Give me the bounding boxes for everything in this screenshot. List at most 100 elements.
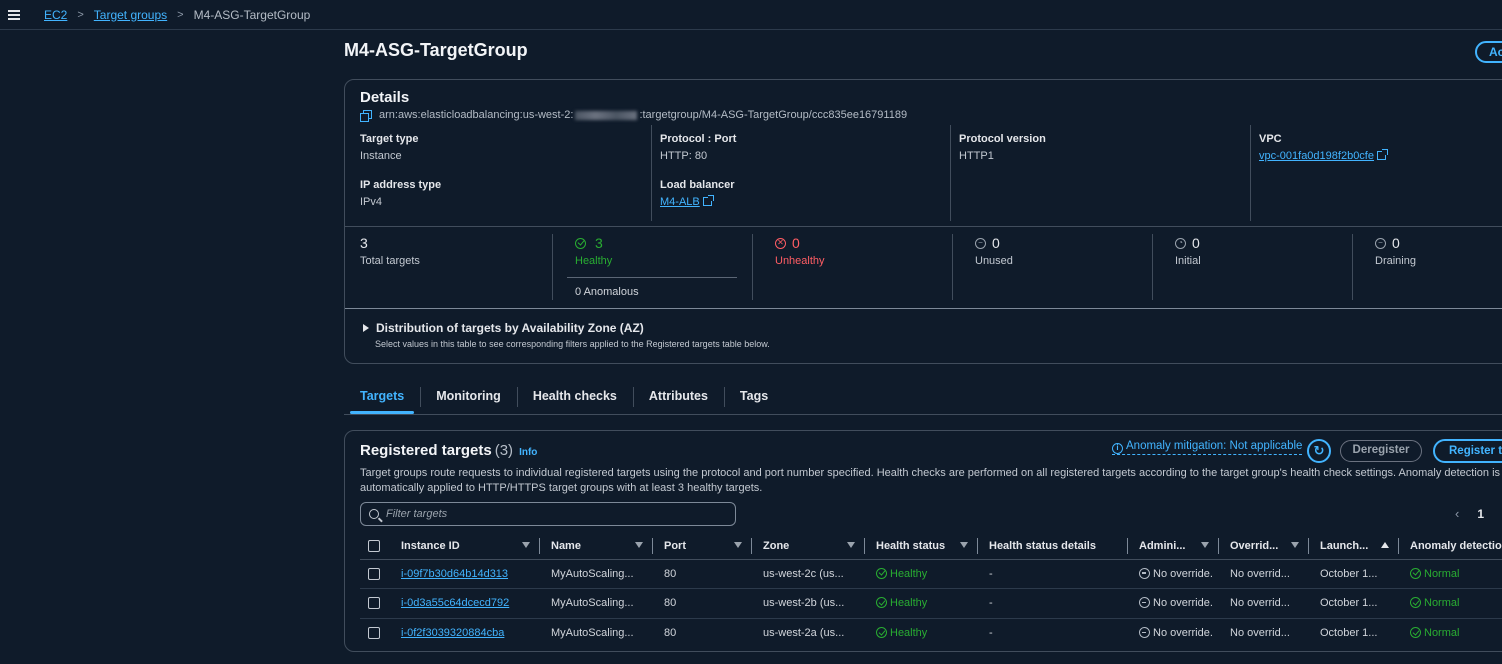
launch-time-cell: October 1... xyxy=(1309,588,1399,619)
anomalous-count[interactable]: 0 Anomalous xyxy=(575,286,639,298)
x-circle-icon: ✕ xyxy=(775,237,786,249)
divider xyxy=(950,125,951,221)
external-link-icon xyxy=(702,195,714,206)
copy-icon[interactable] xyxy=(360,109,372,122)
stat-initial[interactable]: ◔ 0 Initial xyxy=(1175,235,1201,267)
chevron-right-icon: > xyxy=(77,8,84,21)
column-name[interactable]: Name xyxy=(540,533,653,560)
sort-caret-icon xyxy=(522,542,530,548)
divider xyxy=(952,234,953,300)
vpc-link[interactable]: vpc-001fa0d198f2b0cfe xyxy=(1259,150,1374,162)
admin-override: No override. xyxy=(1153,597,1213,610)
column-label: Anomaly detectio xyxy=(1410,539,1502,552)
override-details-cell: No overrid... xyxy=(1230,627,1290,639)
current-page[interactable]: 1 xyxy=(1477,507,1484,521)
stat-draining[interactable]: −0 Draining xyxy=(1375,235,1416,267)
register-targets-button[interactable]: Register ta xyxy=(1433,439,1502,463)
instance-id-link[interactable]: i-0f2f3039320884cba xyxy=(401,627,504,639)
registered-targets-panel: Registered targets (3) Info i Anomaly mitig… xyxy=(344,430,1502,652)
column-health-status[interactable]: Health status xyxy=(865,533,978,560)
menu-icon[interactable] xyxy=(8,9,20,20)
unused-count: 0 xyxy=(992,235,1000,251)
row-checkbox[interactable] xyxy=(368,627,380,640)
column-label: Health status xyxy=(876,539,946,552)
previous-page-icon[interactable]: ‹ xyxy=(1455,506,1459,521)
table-row[interactable]: i-0f2f3039320884cba MyAutoScaling... 80 … xyxy=(360,618,1502,648)
column-label: Admini... xyxy=(1139,539,1186,552)
divider xyxy=(567,277,737,278)
vpc-label: VPC xyxy=(1259,133,1282,145)
stat-healthy[interactable]: 3 Healthy xyxy=(575,235,612,267)
column-port[interactable]: Port xyxy=(653,533,752,560)
breadcrumb-target-groups[interactable]: Target groups xyxy=(94,8,167,22)
protocol-port-label: Protocol : Port xyxy=(660,133,737,145)
anomaly-status: Normal xyxy=(1424,627,1460,639)
column-anomaly-detection[interactable]: Anomaly detectio xyxy=(1399,533,1502,560)
tab-tags[interactable]: Tags xyxy=(723,384,784,414)
initial-count: 0 xyxy=(1192,235,1200,251)
pagination: ‹ 1 › xyxy=(1455,506,1502,521)
row-checkbox[interactable] xyxy=(368,597,380,610)
stat-total-targets: 3 Total targets xyxy=(360,235,420,267)
tab-targets[interactable]: Targets xyxy=(344,384,420,414)
instance-id-link[interactable]: i-0d3a55c64dcecd792 xyxy=(401,597,509,609)
tab-list: Targets Monitoring Health checks Attribu… xyxy=(344,384,784,414)
table-row[interactable]: i-09f7b30d64b14d313 MyAutoScaling... 80 … xyxy=(360,559,1502,589)
column-health-status-details[interactable]: Health status details xyxy=(978,533,1128,560)
target-type: Target type Instance xyxy=(360,133,418,162)
sort-caret-icon xyxy=(1201,542,1209,548)
row-checkbox[interactable] xyxy=(368,567,380,580)
breadcrumb-ec2[interactable]: EC2 xyxy=(44,8,67,22)
column-override-details[interactable]: Overrid... xyxy=(1219,533,1309,560)
stat-unused[interactable]: −0 Unused xyxy=(975,235,1013,267)
column-instance-id[interactable]: Instance ID xyxy=(390,533,540,560)
tab-monitoring[interactable]: Monitoring xyxy=(420,384,517,414)
divider xyxy=(1152,234,1153,300)
actions-button[interactable]: Ac xyxy=(1475,41,1502,63)
column-label: Instance ID xyxy=(401,539,460,552)
unused-label: Unused xyxy=(975,255,1013,267)
filter-targets xyxy=(360,502,736,526)
sort-caret-icon xyxy=(734,542,742,548)
admin-override: No override. xyxy=(1153,627,1213,639)
stat-unhealthy[interactable]: ✕ 0 Unhealthy xyxy=(775,235,825,267)
anomaly-mitigation-popover[interactable]: i Anomaly mitigation: Not applicable xyxy=(1112,440,1303,455)
column-zone[interactable]: Zone xyxy=(752,533,865,560)
select-all-checkbox[interactable] xyxy=(368,539,380,552)
divider xyxy=(651,125,652,221)
clock-icon: ◔ xyxy=(1175,237,1186,249)
page-title: M4-ASG-TargetGroup xyxy=(344,40,528,60)
zone-cell: us-west-2a (us... xyxy=(763,627,845,639)
instance-id-link[interactable]: i-09f7b30d64b14d313 xyxy=(401,568,508,580)
table-row[interactable]: i-0d3a55c64dcecd792 MyAutoScaling... 80 … xyxy=(360,588,1502,619)
distribution-subtitle: Select values in this table to see corre… xyxy=(375,339,770,349)
load-balancer-label: Load balancer xyxy=(660,179,735,191)
filter-targets-input[interactable] xyxy=(386,508,726,520)
tab-health-checks[interactable]: Health checks xyxy=(516,384,633,414)
sort-caret-icon xyxy=(847,542,855,548)
column-administrative-override[interactable]: Admini... xyxy=(1128,533,1219,560)
divider xyxy=(1250,125,1251,221)
column-label: Port xyxy=(664,539,686,552)
zone-cell: us-west-2b (us... xyxy=(752,588,865,619)
draining-count: 0 xyxy=(1392,235,1400,251)
column-launch-time[interactable]: Launch... xyxy=(1309,533,1399,560)
minus-circle-icon xyxy=(1139,567,1150,579)
distribution-toggle[interactable]: Distribution of targets by Availability … xyxy=(363,321,644,335)
deregister-button[interactable]: Deregister xyxy=(1340,440,1422,462)
arn-suffix: :targetgroup/M4-ASG-TargetGroup/ccc835ee… xyxy=(639,109,908,121)
load-balancer-link[interactable]: M4-ALB xyxy=(660,196,700,208)
top-navigation-bar: EC2 > Target groups > M4-ASG-TargetGroup xyxy=(0,0,1502,30)
minus-circle-icon: − xyxy=(1375,237,1386,249)
ip-address-type-label: IP address type xyxy=(360,179,442,191)
divider xyxy=(345,308,1502,309)
divider xyxy=(345,226,1502,227)
check-circle-icon xyxy=(876,627,887,638)
name-cell: MyAutoScaling... xyxy=(540,559,653,589)
divider xyxy=(552,234,553,300)
tab-attributes[interactable]: Attributes xyxy=(632,384,724,414)
refresh-button[interactable]: ↻ xyxy=(1307,439,1331,463)
sort-caret-icon xyxy=(635,542,643,548)
override-details-cell: No overrid... xyxy=(1219,588,1309,619)
info-link[interactable]: Info xyxy=(519,447,537,458)
